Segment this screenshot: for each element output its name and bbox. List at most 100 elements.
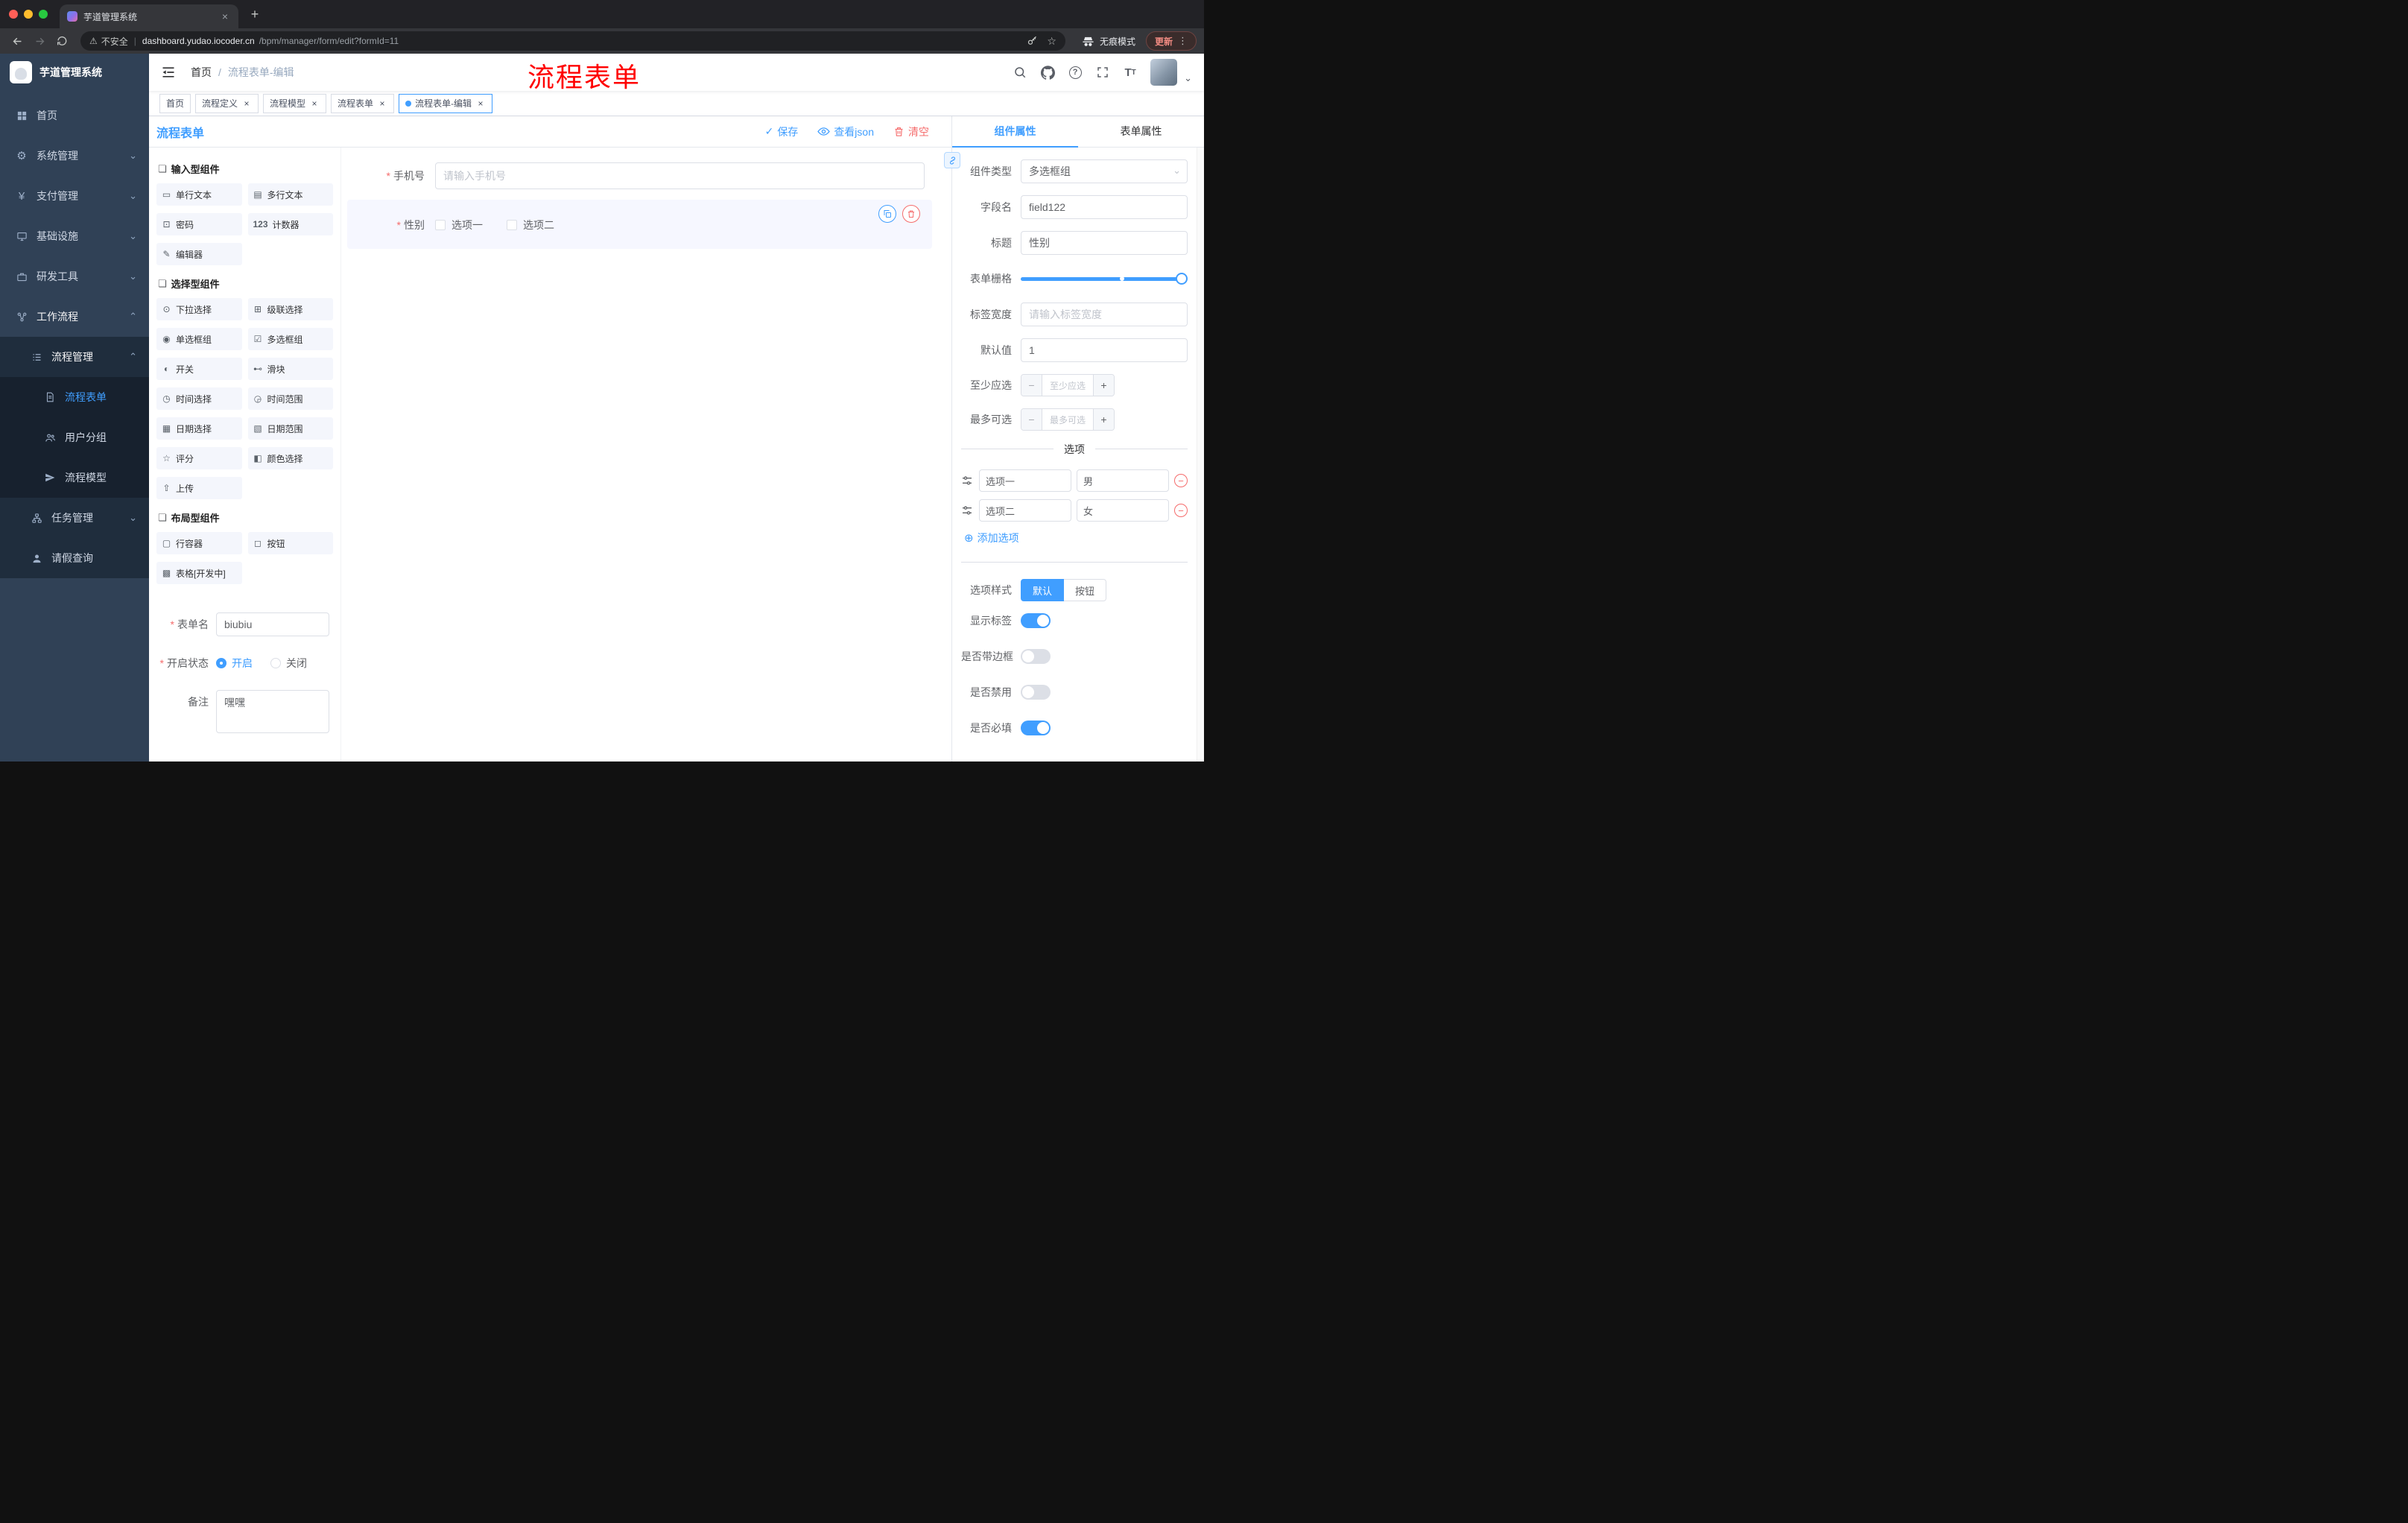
breadcrumb-home[interactable]: 首页	[191, 65, 212, 80]
sidebar-item-home[interactable]: 首页	[0, 95, 149, 136]
tag-home[interactable]: 首页	[159, 93, 191, 113]
sidebar-item-workflow[interactable]: 工作流程 ⌃	[0, 297, 149, 337]
maximize-window-button[interactable]	[39, 10, 48, 19]
github-icon[interactable]	[1040, 65, 1055, 80]
grid-slider[interactable]	[1021, 267, 1188, 291]
sidebar-item-task-management[interactable]: 任务管理 ⌄	[0, 498, 149, 538]
scrollbar[interactable]	[1197, 148, 1204, 762]
component-item-radio-group[interactable]: ◉ 单选框组	[156, 328, 242, 350]
stepper-decrease-button[interactable]: −	[1021, 409, 1042, 430]
gender-option-2-checkbox[interactable]: 选项二	[507, 218, 554, 232]
component-item-time-picker[interactable]: ◷ 时间选择	[156, 387, 242, 410]
selected-component-gender[interactable]: 性别 选项一 选项二	[347, 200, 932, 249]
tag-close-icon[interactable]: ×	[475, 98, 486, 109]
avatar-caret-icon[interactable]: ⌄	[1184, 72, 1192, 86]
new-tab-button[interactable]: +	[244, 4, 265, 25]
stepper-increase-button[interactable]: +	[1093, 409, 1114, 430]
title-input[interactable]	[1021, 231, 1188, 255]
required-switch[interactable]	[1021, 721, 1051, 735]
tag-close-icon[interactable]: ×	[377, 98, 387, 109]
sidebar-item-process-model[interactable]: 流程模型	[0, 457, 149, 498]
tab-close-icon[interactable]: ×	[219, 10, 231, 22]
component-item-switch[interactable]: ◐ 开关	[156, 358, 242, 380]
option-value-input[interactable]	[1077, 469, 1169, 492]
gender-option-1-checkbox[interactable]: 选项一	[435, 218, 483, 232]
minimize-window-button[interactable]	[24, 10, 33, 19]
drag-handle-icon[interactable]	[961, 475, 974, 487]
status-off-radio[interactable]: 关闭	[270, 656, 307, 671]
component-type-select[interactable]: ⌄	[1021, 159, 1188, 183]
option-name-input[interactable]	[979, 499, 1071, 522]
sidebar-item-devtools[interactable]: 研发工具 ⌄	[0, 256, 149, 297]
delete-component-button[interactable]	[902, 205, 920, 223]
bookmark-star-icon[interactable]: ☆	[1047, 35, 1056, 48]
component-item-single-line-text[interactable]: ▭ 单行文本	[156, 183, 242, 206]
site-security[interactable]: ⚠ 不安全	[89, 35, 128, 48]
form-name-input[interactable]	[216, 612, 329, 636]
add-option-button[interactable]: ⊕ 添加选项	[964, 531, 1188, 545]
component-item-time-range[interactable]: ◶ 时间范围	[247, 387, 333, 410]
user-avatar[interactable]	[1150, 59, 1178, 86]
form-remark-textarea[interactable]: 嘿嘿	[216, 690, 329, 733]
stepper-increase-button[interactable]: +	[1093, 375, 1114, 396]
slider-handle[interactable]	[1176, 273, 1188, 285]
component-item-date-range[interactable]: ▧ 日期范围	[247, 417, 333, 440]
tab-form-props[interactable]: 表单属性	[1078, 116, 1204, 147]
link-icon[interactable]	[944, 152, 960, 168]
fullscreen-icon[interactable]	[1095, 65, 1110, 80]
password-key-icon[interactable]	[1027, 36, 1038, 47]
tab-component-props[interactable]: 组件属性	[952, 116, 1078, 147]
option-name-input[interactable]	[979, 469, 1071, 492]
search-icon[interactable]	[1013, 65, 1027, 80]
reload-button[interactable]	[52, 31, 72, 51]
component-item-checkbox-group[interactable]: ☑ 多选框组	[247, 328, 333, 350]
default-value-input[interactable]	[1021, 338, 1188, 362]
font-size-icon[interactable]: TT	[1123, 65, 1138, 80]
tag-process-form[interactable]: 流程表单 ×	[331, 93, 395, 113]
label-width-input[interactable]	[1021, 303, 1188, 326]
sidebar-item-payment[interactable]: ¥ 支付管理 ⌄	[0, 176, 149, 216]
component-item-button[interactable]: ◻ 按钮	[247, 532, 333, 554]
tag-process-model[interactable]: 流程模型 ×	[263, 93, 327, 113]
stepper-value[interactable]: 最多可选	[1042, 409, 1093, 430]
sidebar-item-system[interactable]: ⚙ 系统管理 ⌄	[0, 136, 149, 176]
sidebar-item-leave-query[interactable]: 请假查询	[0, 538, 149, 578]
component-item-textarea[interactable]: ▤ 多行文本	[247, 183, 333, 206]
remove-option-button[interactable]: −	[1174, 474, 1188, 487]
stepper-value[interactable]: 至少应选	[1042, 375, 1093, 396]
stepper-decrease-button[interactable]: −	[1021, 375, 1042, 396]
component-item-color-picker[interactable]: ◧ 颜色选择	[247, 447, 333, 469]
slider-runway[interactable]	[1021, 273, 1188, 285]
tag-close-icon[interactable]: ×	[309, 98, 320, 109]
component-item-password[interactable]: ⊡ 密码	[156, 213, 242, 235]
component-item-date-picker[interactable]: ▦ 日期选择	[156, 417, 242, 440]
drag-handle-icon[interactable]	[961, 504, 974, 517]
help-icon[interactable]: ?	[1068, 65, 1083, 80]
sidebar-item-process-management[interactable]: 流程管理 ⌃	[0, 337, 149, 377]
style-button-button[interactable]: 按钮	[1064, 579, 1107, 601]
remove-option-button[interactable]: −	[1174, 504, 1188, 517]
field-name-input[interactable]	[1021, 195, 1188, 219]
option-value-input[interactable]	[1077, 499, 1169, 522]
tag-close-icon[interactable]: ×	[241, 98, 252, 109]
status-on-radio[interactable]: 开启	[216, 656, 253, 671]
component-item-editor[interactable]: ✎ 编辑器	[156, 243, 242, 265]
forward-button[interactable]	[30, 31, 49, 51]
sidebar-item-user-group[interactable]: 用户分组	[0, 417, 149, 457]
save-button[interactable]: ✓ 保存	[765, 124, 799, 139]
browser-tab[interactable]: 芋道管理系统 ×	[60, 4, 238, 28]
border-switch[interactable]	[1021, 649, 1051, 664]
component-item-rate[interactable]: ☆ 评分	[156, 447, 242, 469]
phone-input[interactable]	[435, 162, 925, 189]
component-item-row-container[interactable]: ▢ 行容器	[156, 532, 242, 554]
sidebar-fold-icon[interactable]	[161, 64, 177, 80]
browser-update-button[interactable]: 更新 ⋮	[1145, 31, 1197, 51]
component-item-cascader[interactable]: ⊞ 级联选择	[247, 298, 333, 320]
copy-component-button[interactable]	[878, 205, 896, 223]
style-default-button[interactable]: 默认	[1021, 579, 1065, 601]
component-item-select[interactable]: ⊙ 下拉选择	[156, 298, 242, 320]
tag-process-definition[interactable]: 流程定义 ×	[195, 93, 259, 113]
address-bar[interactable]: ⚠ 不安全 | dashboard.yudao.iocoder.cn /bpm/…	[80, 31, 1065, 51]
tag-process-form-edit[interactable]: 流程表单-编辑 ×	[399, 93, 493, 113]
close-window-button[interactable]	[9, 10, 18, 19]
